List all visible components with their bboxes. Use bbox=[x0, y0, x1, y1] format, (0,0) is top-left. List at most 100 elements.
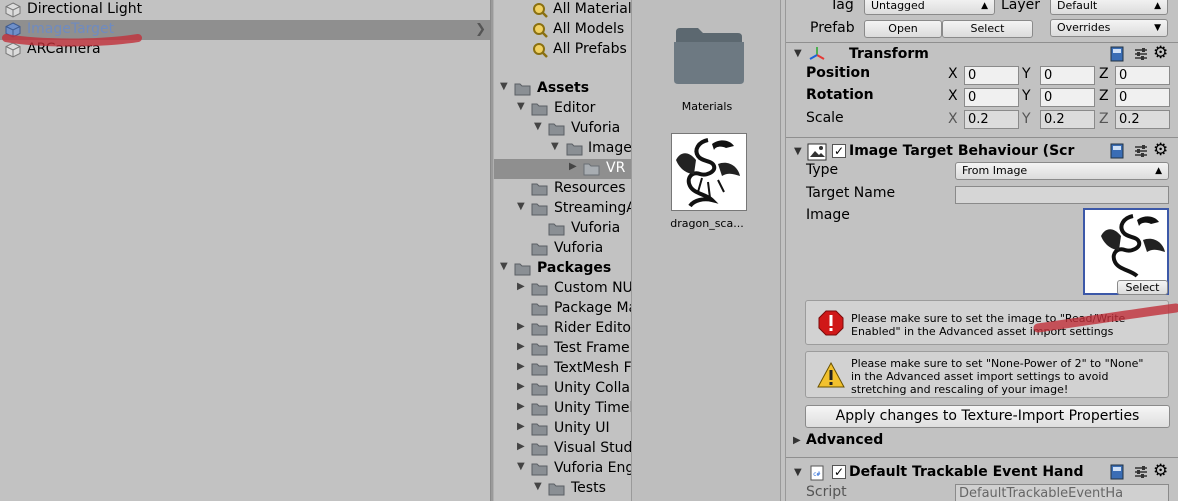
expand-arrow-icon[interactable]: ▼ bbox=[551, 141, 559, 152]
expand-arrow-icon[interactable]: ▼ bbox=[517, 461, 525, 472]
tree-item-package[interactable]: ▶ Unity UI bbox=[494, 419, 631, 439]
script-field[interactable]: DefaultTrackableEventHa bbox=[955, 484, 1169, 501]
expand-arrow-icon[interactable]: ▼ bbox=[500, 261, 508, 272]
prefab-open-button[interactable]: Open bbox=[864, 20, 942, 38]
tree-item-label: Vuforia bbox=[571, 220, 621, 236]
position-y-field[interactable]: 0 bbox=[1040, 66, 1095, 85]
tree-item-package[interactable]: ▶ TextMesh F bbox=[494, 359, 631, 379]
scale-z-field[interactable]: 0.2 bbox=[1115, 110, 1170, 129]
tree-item-package[interactable]: ▶ Test Frame bbox=[494, 339, 631, 359]
tree-item-package[interactable]: ▶ Unity Collab bbox=[494, 379, 631, 399]
axis-z-label: Z bbox=[1099, 111, 1109, 127]
component-enabled-checkbox[interactable]: ✓ bbox=[832, 465, 846, 479]
tree-item-vuforia-root[interactable]: Vuforia bbox=[494, 239, 631, 259]
preset-sliders-icon[interactable] bbox=[1133, 143, 1149, 159]
help-book-icon[interactable] bbox=[1109, 46, 1125, 62]
preset-sliders-icon[interactable] bbox=[1133, 46, 1149, 62]
target-name-field[interactable] bbox=[955, 186, 1169, 204]
overrides-dropdown[interactable]: Overrides ▼ bbox=[1050, 19, 1168, 37]
hierarchy-item-arcamera[interactable]: ARCamera bbox=[0, 40, 490, 60]
foldout-arrow-icon[interactable]: ▶ bbox=[793, 435, 801, 446]
scale-x-field[interactable]: 0.2 bbox=[964, 110, 1019, 129]
fold-arrow-icon[interactable]: ▼ bbox=[794, 467, 802, 478]
rotation-x-field[interactable]: 0 bbox=[964, 88, 1019, 107]
help-book-icon[interactable] bbox=[1109, 464, 1125, 480]
tree-item-packages[interactable]: ▼ Packages bbox=[494, 259, 631, 279]
gear-icon[interactable]: ⚙ bbox=[1153, 461, 1168, 481]
collapse-arrow-icon[interactable]: ▶ bbox=[517, 281, 525, 292]
tree-item-package[interactable]: ▶ Visual Stud bbox=[494, 439, 631, 459]
axis-z-label: Z bbox=[1099, 66, 1109, 82]
collapse-arrow-icon[interactable]: ▶ bbox=[517, 401, 525, 412]
tree-item-vuforia-streaming[interactable]: Vuforia bbox=[494, 219, 631, 239]
collapse-arrow-icon[interactable]: ▶ bbox=[569, 161, 577, 172]
tree-item-streamingassets[interactable]: ▼ StreamingA bbox=[494, 199, 631, 219]
tree-item-resources[interactable]: Resources bbox=[494, 179, 631, 199]
apply-texture-import-button[interactable]: Apply changes to Texture-Import Properti… bbox=[805, 405, 1170, 428]
expand-arrow-icon[interactable]: ▼ bbox=[534, 121, 542, 132]
folder-icon bbox=[531, 343, 548, 356]
warning-text-line: in the Advanced asset import settings to… bbox=[851, 370, 1109, 383]
asset-label: Materials bbox=[681, 100, 733, 113]
tree-item-package[interactable]: ▶ Rider Edito bbox=[494, 319, 631, 339]
fold-arrow-icon[interactable]: ▼ bbox=[794, 48, 802, 59]
script-label: Script bbox=[806, 484, 847, 500]
inspector-panel: Tag Untagged ▲︎ Layer Default ▲ Prefab Ope… bbox=[785, 0, 1178, 501]
rotation-y-field[interactable]: 0 bbox=[1040, 88, 1095, 107]
component-enabled-checkbox[interactable]: ✓ bbox=[832, 144, 846, 158]
preset-sliders-icon[interactable] bbox=[1133, 464, 1149, 480]
tree-item-package[interactable]: ▶ Custom NU bbox=[494, 279, 631, 299]
collapse-arrow-icon[interactable]: ▶ bbox=[517, 361, 525, 372]
folder-icon bbox=[531, 283, 548, 296]
tree-item-editor[interactable]: ▼ Editor bbox=[494, 99, 631, 119]
expand-arrow-icon[interactable]: ▼ bbox=[517, 101, 525, 112]
tree-item-tests[interactable]: ▼ Tests bbox=[494, 479, 631, 499]
dropdown-caret-icon: ▲ bbox=[1154, 1, 1161, 11]
asset-grid-panel: Materials dragon_sca... bbox=[631, 0, 781, 501]
image-label: Image bbox=[806, 207, 850, 223]
gear-icon[interactable]: ⚙ bbox=[1153, 140, 1168, 160]
advanced-foldout[interactable]: Advanced bbox=[806, 432, 883, 448]
hierarchy-item-directional-light[interactable]: Directional Light bbox=[0, 0, 490, 20]
tree-item-label: All Prefabs bbox=[553, 41, 627, 57]
tree-item-image[interactable]: ▼ Image bbox=[494, 139, 631, 159]
expand-arrow-icon[interactable]: ▼ bbox=[534, 481, 542, 492]
collapse-arrow-icon[interactable]: ▶ bbox=[517, 381, 525, 392]
position-x-field[interactable]: 0 bbox=[964, 66, 1019, 85]
collapse-arrow-icon[interactable]: ▶ bbox=[517, 341, 525, 352]
expand-arrow-icon[interactable]: ▼ bbox=[500, 81, 508, 92]
tag-dropdown[interactable]: Untagged ▲︎ bbox=[864, 0, 995, 15]
layer-dropdown[interactable]: Default ▲ bbox=[1050, 0, 1168, 15]
tree-item-label: Unity UI bbox=[554, 420, 610, 436]
hierarchy-item-imagetarget[interactable]: ImageTarget ❯ bbox=[0, 20, 490, 40]
help-book-icon[interactable] bbox=[1109, 143, 1125, 159]
gear-icon[interactable]: ⚙ bbox=[1153, 43, 1168, 63]
tree-item-vr[interactable]: ▶ VR bbox=[494, 159, 631, 179]
tree-item-package[interactable]: Package Ma bbox=[494, 299, 631, 319]
position-z-field[interactable]: 0 bbox=[1115, 66, 1170, 85]
expand-arrow-icon[interactable]: ▼ bbox=[517, 201, 525, 212]
collapse-arrow-icon[interactable]: ▶ bbox=[517, 441, 525, 452]
tree-item-all-models[interactable]: All Models bbox=[494, 20, 631, 40]
tree-item-all-prefabs[interactable]: All Prefabs bbox=[494, 40, 631, 60]
scale-y-field[interactable]: 0.2 bbox=[1040, 110, 1095, 129]
folder-icon bbox=[531, 443, 548, 456]
target-name-label: Target Name bbox=[806, 185, 896, 201]
tree-item-assets[interactable]: ▼ Assets bbox=[494, 79, 631, 99]
type-dropdown[interactable]: From Image ▲ bbox=[955, 162, 1169, 180]
tree-item-package[interactable]: ▶ Unity Timel bbox=[494, 399, 631, 419]
image-field[interactable]: Select bbox=[1083, 208, 1169, 295]
script-icon: c# bbox=[810, 465, 824, 481]
tree-item-package[interactable]: ▼ Vuforia Eng bbox=[494, 459, 631, 479]
tree-item-all-materials[interactable]: All Materials bbox=[494, 0, 631, 20]
collapse-arrow-icon[interactable]: ▶ bbox=[517, 421, 525, 432]
large-folder-icon bbox=[674, 28, 744, 84]
tree-item-vuforia[interactable]: ▼ Vuforia bbox=[494, 119, 631, 139]
tree-item-label: Tests bbox=[571, 480, 606, 496]
chevron-right-icon[interactable]: ❯ bbox=[475, 22, 486, 37]
prefab-select-button[interactable]: Select bbox=[942, 20, 1033, 38]
fold-arrow-icon[interactable]: ▼ bbox=[794, 146, 802, 157]
image-select-button[interactable]: Select bbox=[1117, 280, 1168, 295]
collapse-arrow-icon[interactable]: ▶ bbox=[517, 321, 525, 332]
rotation-z-field[interactable]: 0 bbox=[1115, 88, 1170, 107]
